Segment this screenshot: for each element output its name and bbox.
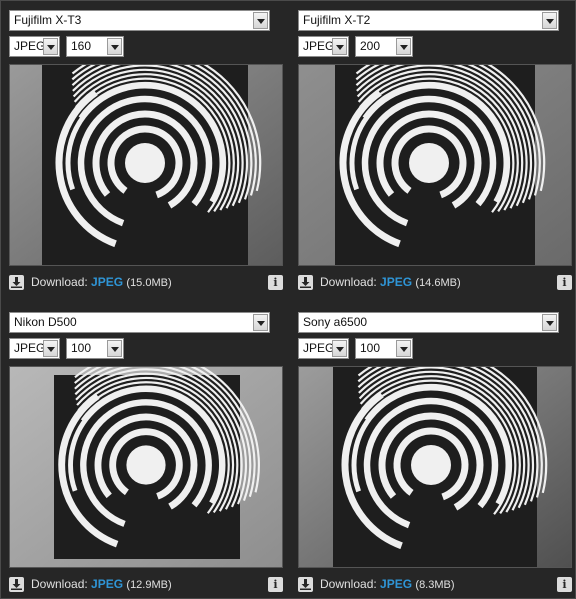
- camera-select-value: Fujifilm X-T3: [14, 13, 82, 27]
- download-jpeg-link[interactable]: JPEG: [380, 275, 412, 289]
- iso-select[interactable]: 100: [66, 338, 124, 359]
- test-target-image: [299, 367, 571, 567]
- sample-image[interactable]: [298, 366, 572, 568]
- download-arrow-icon[interactable]: [298, 577, 313, 592]
- download-jpeg-link[interactable]: JPEG: [380, 577, 412, 591]
- sample-image[interactable]: [9, 64, 283, 266]
- chevron-down-icon[interactable]: [396, 38, 411, 55]
- chevron-down-icon[interactable]: [332, 38, 347, 55]
- download-row: Download: JPEG (8.3MB) i: [298, 576, 572, 594]
- download-label: Download:: [31, 275, 88, 289]
- chevron-down-icon[interactable]: [542, 12, 557, 29]
- comparison-panel-4: Sony a6500 JPEG 100 Download: JPEG (8.3M…: [298, 312, 576, 599]
- file-size: (8.3MB): [415, 579, 455, 591]
- chevron-down-icon[interactable]: [253, 12, 268, 29]
- iso-select-value: 100: [360, 341, 381, 355]
- download-row: Download: JPEG (14.6MB) i: [298, 274, 572, 292]
- download-arrow-icon[interactable]: [298, 275, 313, 290]
- iso-select-value: 160: [71, 39, 92, 53]
- info-icon[interactable]: i: [557, 275, 572, 290]
- chevron-down-icon[interactable]: [542, 314, 557, 331]
- target-center: [126, 445, 166, 485]
- download-jpeg-link[interactable]: JPEG: [91, 275, 123, 289]
- sample-image[interactable]: [9, 366, 283, 568]
- info-icon[interactable]: i: [268, 275, 283, 290]
- info-icon[interactable]: i: [268, 577, 283, 592]
- camera-select[interactable]: Sony a6500: [298, 312, 559, 333]
- target-center: [411, 445, 451, 485]
- iso-select[interactable]: 160: [66, 36, 124, 57]
- download-label: Download:: [31, 577, 88, 591]
- download-text: Download: JPEG (8.3MB): [320, 577, 455, 593]
- camera-select-value: Nikon D500: [14, 315, 77, 329]
- download-label: Download:: [320, 577, 377, 591]
- download-text: Download: JPEG (14.6MB): [320, 275, 461, 291]
- comparison-panel-2: Fujifilm X-T2 JPEG 200 Download: JPEG (1…: [298, 10, 576, 302]
- format-select-value: JPEG: [14, 39, 46, 53]
- test-target-image: [299, 65, 571, 265]
- chevron-down-icon[interactable]: [107, 340, 122, 357]
- test-target-image: [10, 65, 282, 265]
- file-size: (12.9MB): [126, 579, 172, 591]
- test-target-image: [10, 367, 282, 567]
- iso-select-value: 100: [71, 341, 92, 355]
- chevron-down-icon[interactable]: [107, 38, 122, 55]
- format-select[interactable]: JPEG: [9, 338, 60, 359]
- camera-select-value: Fujifilm X-T2: [303, 13, 371, 27]
- comparison-widget: Fujifilm X-T3 JPEG 160 Download: JPEG (1…: [0, 0, 576, 599]
- camera-select[interactable]: Fujifilm X-T3: [9, 10, 270, 31]
- target-center: [125, 143, 165, 183]
- chevron-down-icon[interactable]: [396, 340, 411, 357]
- camera-select-value: Sony a6500: [303, 315, 368, 329]
- chevron-down-icon[interactable]: [43, 340, 58, 357]
- chevron-down-icon[interactable]: [253, 314, 268, 331]
- comparison-panel-1: Fujifilm X-T3 JPEG 160 Download: JPEG (1…: [9, 10, 291, 302]
- iso-select[interactable]: 200: [355, 36, 413, 57]
- target-center: [409, 143, 449, 183]
- format-select-value: JPEG: [14, 341, 46, 355]
- download-text: Download: JPEG (12.9MB): [31, 577, 172, 593]
- comparison-panel-3: Nikon D500 JPEG 100 Download: JPEG (12.9…: [9, 312, 291, 599]
- download-jpeg-link[interactable]: JPEG: [91, 577, 123, 591]
- format-select[interactable]: JPEG: [298, 338, 349, 359]
- download-text: Download: JPEG (15.0MB): [31, 275, 172, 291]
- format-select-value: JPEG: [303, 39, 335, 53]
- format-select[interactable]: JPEG: [9, 36, 60, 57]
- sample-image[interactable]: [298, 64, 572, 266]
- iso-select-value: 200: [360, 39, 381, 53]
- download-row: Download: JPEG (12.9MB) i: [9, 576, 283, 594]
- file-size: (15.0MB): [126, 277, 172, 289]
- iso-select[interactable]: 100: [355, 338, 413, 359]
- format-select-value: JPEG: [303, 341, 335, 355]
- chevron-down-icon[interactable]: [332, 340, 347, 357]
- download-arrow-icon[interactable]: [9, 577, 24, 592]
- download-row: Download: JPEG (15.0MB) i: [9, 274, 283, 292]
- camera-select[interactable]: Fujifilm X-T2: [298, 10, 559, 31]
- download-label: Download:: [320, 275, 377, 289]
- file-size: (14.6MB): [415, 277, 461, 289]
- chevron-down-icon[interactable]: [43, 38, 58, 55]
- info-icon[interactable]: i: [557, 577, 572, 592]
- camera-select[interactable]: Nikon D500: [9, 312, 270, 333]
- download-arrow-icon[interactable]: [9, 275, 24, 290]
- format-select[interactable]: JPEG: [298, 36, 349, 57]
